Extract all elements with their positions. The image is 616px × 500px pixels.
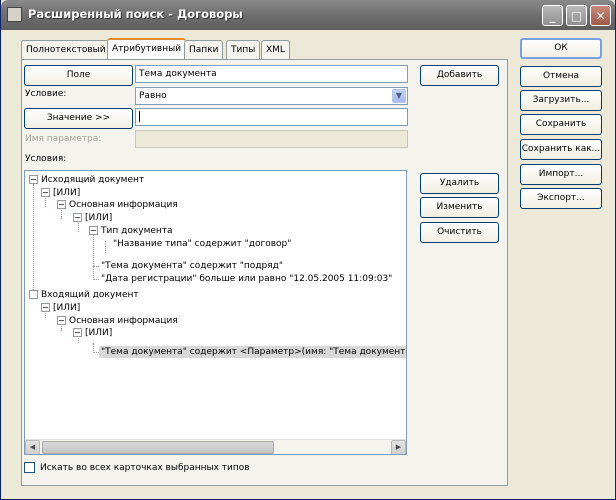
expand-box-icon[interactable] — [29, 290, 38, 299]
tree-line — [105, 241, 106, 253]
tree-node[interactable]: "Тема документа" содержит "подряд" — [101, 260, 283, 272]
collapse-icon[interactable]: − — [57, 200, 66, 209]
export-button[interactable]: Экспорт... — [520, 188, 602, 209]
change-button[interactable]: Изменить — [420, 197, 499, 218]
save-button[interactable]: Сохранить — [520, 114, 602, 135]
tree-node[interactable]: "Дата регистрации" больше или равно "12.… — [101, 273, 392, 285]
collapse-icon[interactable]: − — [73, 328, 82, 337]
search-all-cards-checkbox[interactable] — [24, 462, 35, 473]
param-name-input — [135, 130, 408, 148]
collapse-icon[interactable]: − — [29, 175, 38, 184]
tree-line — [93, 266, 99, 267]
search-all-cards-label[interactable]: Искать во всех карточках выбранных типов — [40, 463, 250, 473]
param-name-label: Имя параметра: — [25, 134, 102, 144]
tree-line — [93, 279, 99, 280]
collapse-icon[interactable]: − — [89, 226, 98, 235]
tree-line — [33, 184, 34, 296]
tab-folders[interactable]: Папки — [184, 40, 224, 60]
tree-node-selected[interactable]: "Тема документа" содержит <Параметр>(имя… — [99, 346, 406, 358]
close-button[interactable]: ✕ — [590, 5, 611, 26]
minimize-button[interactable]: _ — [542, 5, 563, 26]
scroll-left-icon[interactable]: ◀ — [25, 440, 40, 454]
horizontal-scrollbar[interactable]: ◀ ▶ — [25, 439, 406, 454]
tree-node[interactable]: Входящий документ — [41, 289, 139, 301]
collapse-icon[interactable]: − — [41, 188, 50, 197]
tree-node[interactable]: [ИЛИ] — [85, 212, 112, 224]
tree-node[interactable]: [ИЛИ] — [53, 187, 80, 199]
condition-value: Равно — [139, 91, 167, 101]
tab-fulltext[interactable]: Полнотекстовый — [21, 40, 111, 60]
tree-line — [93, 233, 94, 280]
collapse-icon[interactable]: − — [41, 303, 50, 312]
tab-attributive[interactable]: Атрибутивный — [107, 38, 187, 60]
window-icon — [7, 7, 22, 22]
scroll-right-icon[interactable]: ▶ — [391, 440, 406, 454]
tree-node[interactable]: [ИЛИ] — [53, 302, 80, 314]
ok-button[interactable]: ОК — [520, 38, 602, 59]
window-title: Расширенный поиск - Договоры — [28, 7, 243, 21]
tree-node[interactable]: [ИЛИ] — [85, 327, 112, 339]
import-button[interactable]: Импорт... — [520, 164, 602, 185]
field-input[interactable]: Тема документа — [135, 65, 408, 83]
maximize-button[interactable]: □ — [566, 5, 587, 26]
conditions-label: Условия: — [25, 154, 67, 164]
add-button[interactable]: Добавить — [420, 65, 499, 86]
value-input[interactable] — [135, 108, 408, 126]
chevron-down-icon[interactable]: ▼ — [392, 89, 406, 103]
text-cursor — [139, 111, 140, 122]
tree-node[interactable]: Тип документа — [101, 225, 173, 237]
condition-label: Условие: — [25, 89, 67, 99]
tree-node[interactable]: Исходящий документ — [41, 174, 144, 186]
tree-node[interactable]: Основная информация — [69, 315, 178, 327]
clear-button[interactable]: Очистить — [420, 222, 499, 243]
delete-button[interactable]: Удалить — [420, 173, 499, 194]
conditions-tree[interactable]: − − − − − − − − Исходящий документ [ИЛИ]… — [24, 170, 407, 455]
load-button[interactable]: Загрузить... — [520, 90, 602, 111]
value-button[interactable]: Значение >> — [24, 108, 133, 129]
collapse-icon[interactable]: − — [73, 213, 82, 222]
collapse-icon[interactable]: − — [57, 316, 66, 325]
scroll-thumb[interactable] — [42, 441, 274, 454]
tree-node[interactable]: Основная информация — [69, 199, 178, 211]
cancel-button[interactable]: Отмена — [520, 66, 602, 87]
title-bar[interactable]: Расширенный поиск - Договоры _ □ ✕ — [1, 0, 615, 30]
tab-types[interactable]: Типы — [226, 40, 261, 60]
save-as-button[interactable]: Сохранить как... — [520, 139, 602, 160]
advanced-search-window: Расширенный поиск - Договоры _ □ ✕ Полно… — [0, 0, 616, 500]
condition-select[interactable]: Равно ▼ — [135, 87, 408, 105]
tab-xml[interactable]: XML — [261, 40, 290, 60]
tree-node[interactable]: "Название типа" содержит "договор" — [113, 238, 291, 250]
field-button[interactable]: Поле — [24, 65, 133, 86]
